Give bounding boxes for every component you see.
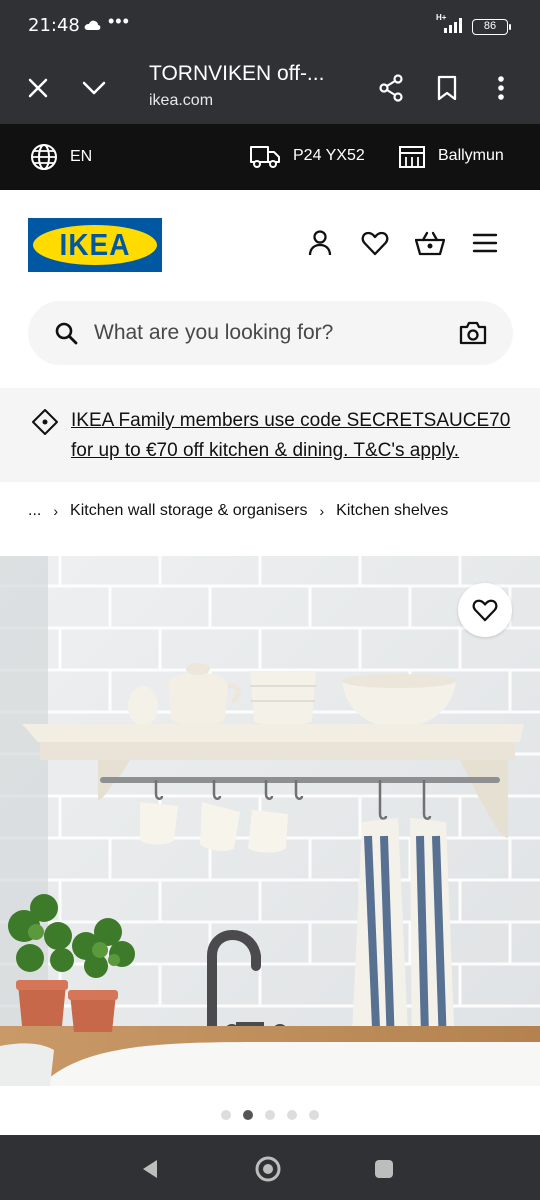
price-tag-icon [31,408,59,441]
store-label: Ballymun [438,147,504,164]
search-bar[interactable] [28,301,513,365]
product-image[interactable] [0,556,540,1086]
store-icon [399,146,425,168]
logo-text: IKEA [59,227,131,262]
close-icon [28,78,48,98]
chevron-right-icon: › [53,503,59,519]
carousel-dot[interactable] [265,1110,275,1120]
search-icon [54,321,78,350]
logo-oval: IKEA [33,225,157,265]
ikea-logo[interactable]: IKEA [28,218,162,272]
wishlist-button[interactable] [360,228,390,258]
language-label: EN [70,148,93,165]
add-to-wishlist-button[interactable] [458,583,512,637]
carousel-dot[interactable] [287,1110,297,1120]
status-bar: 21:48 ••• H+ 86 [0,0,540,52]
home-circle-icon [255,1156,281,1182]
breadcrumb-ellipsis[interactable]: ... [28,502,41,520]
carousel-indicator [0,1110,540,1120]
signal-icon [436,16,466,39]
postcode-selector[interactable]: P24 YX52 [249,143,365,169]
cloud-icon [84,18,102,36]
browser-toolbar: TORNVIKEN off-... ikea.com [0,52,540,124]
truck-icon [250,146,280,168]
share-icon [379,74,403,102]
account-button[interactable] [305,228,335,258]
back-button[interactable] [136,1155,164,1183]
postcode-label: P24 YX52 [293,147,365,164]
camera-search-icon[interactable] [459,321,487,350]
home-button[interactable] [254,1155,282,1183]
carousel-dot[interactable] [221,1110,231,1120]
recents-square-icon [375,1160,393,1178]
language-selector[interactable]: EN [30,143,92,171]
basket-button[interactable] [415,228,445,258]
breadcrumb: ... › Kitchen wall storage & organisers … [28,500,448,522]
carousel-dot-active[interactable] [243,1110,253,1120]
more-vertical-icon [498,76,504,100]
promo-link[interactable]: IKEA Family members use code SECRETSAUCE… [71,406,521,466]
battery-level: 86 [483,20,497,32]
breadcrumb-item[interactable]: Kitchen wall storage & organisers [70,502,307,520]
page-title: TORNVIKEN off-... [149,62,325,85]
system-navigation-bar [0,1135,540,1200]
chevron-right-icon: › [319,503,325,519]
page-url: ikea.com [149,92,214,109]
bookmark-button[interactable] [427,68,467,108]
heart-icon [472,599,498,622]
chevron-down-icon [82,81,106,95]
hamburger-icon [472,233,498,253]
recents-button[interactable] [370,1155,398,1183]
breadcrumb-item[interactable]: Kitchen shelves [336,502,448,520]
carousel-dot[interactable] [309,1110,319,1120]
product-photo [0,556,540,1086]
globe-icon [31,144,57,170]
close-tab-button[interactable] [18,68,58,108]
utility-bar: EN P24 YX52 Ballymun [0,124,540,190]
search-input[interactable] [94,301,434,365]
store-selector[interactable]: Ballymun [398,143,504,169]
more-notifications-icon: ••• [108,11,130,31]
heart-icon [361,231,389,256]
site-header: IKEA [0,190,540,290]
shopping-basket-icon [415,231,445,256]
share-button[interactable] [371,68,411,108]
bookmark-icon [437,75,457,101]
user-icon [308,230,332,256]
more-options-button[interactable] [481,68,521,108]
back-triangle-icon [143,1160,157,1178]
collapse-button[interactable] [74,68,114,108]
promo-banner: IKEA Family members use code SECRETSAUCE… [0,388,540,482]
status-time: 21:48 [28,15,80,36]
menu-button[interactable] [470,228,500,258]
battery-icon: 86 [472,19,511,35]
